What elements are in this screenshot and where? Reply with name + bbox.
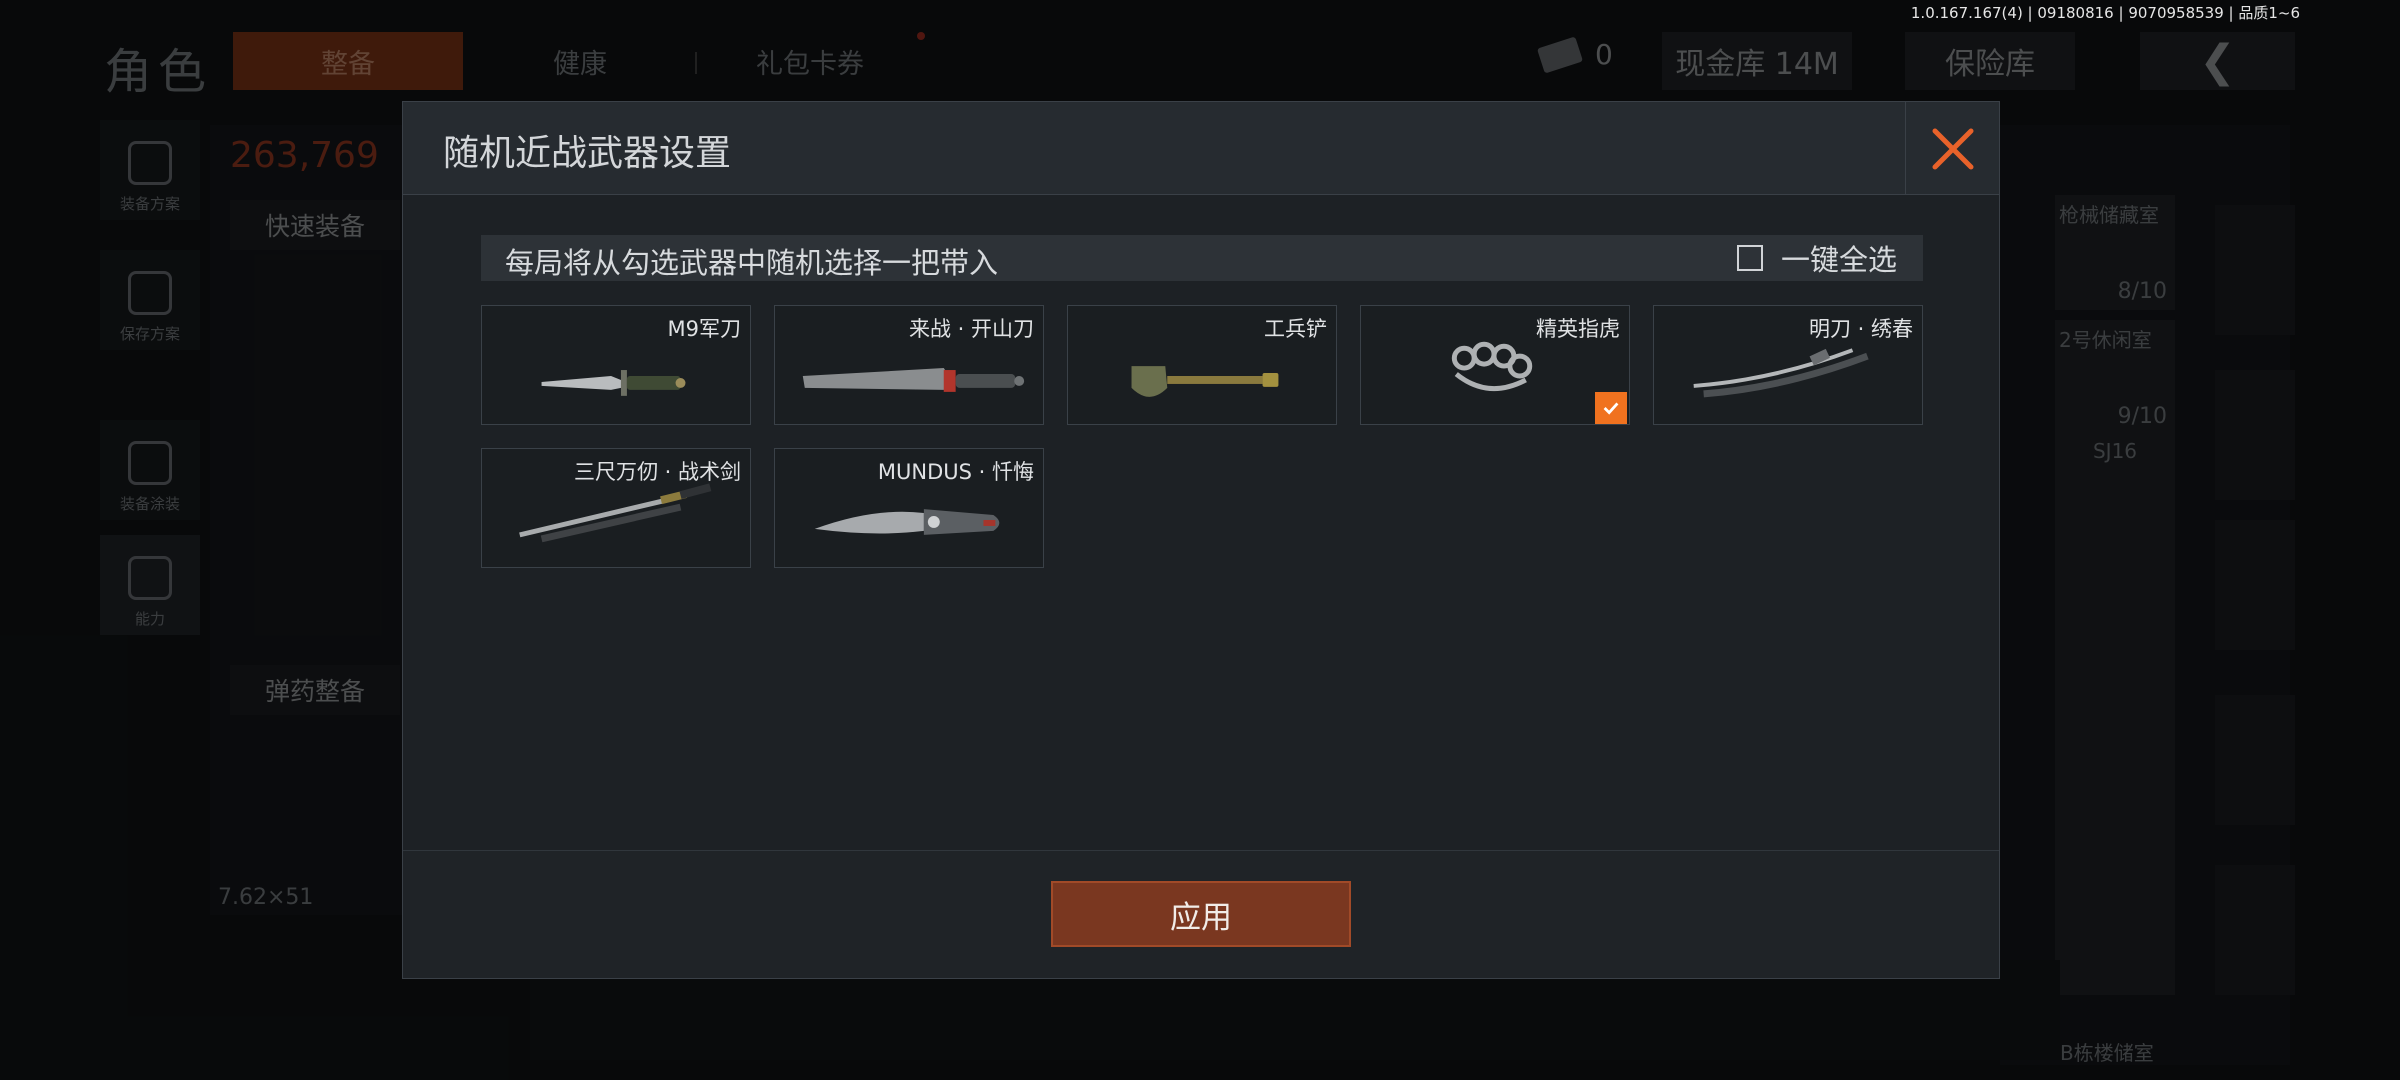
folding-knife-icon — [814, 509, 1000, 535]
select-all-checkbox[interactable] — [1736, 245, 1763, 271]
cash-icon — [1536, 36, 1584, 74]
weapon-card-brass-knuckles[interactable]: 精英指虎 — [1360, 305, 1630, 425]
helmet-icon — [128, 441, 172, 485]
quick-slot[interactable] — [2215, 205, 2295, 335]
checked-icon[interactable] — [1595, 392, 1627, 424]
tab-gift-coupons[interactable]: 礼包卡券 — [720, 32, 900, 90]
dialog-title: 随机近战武器设置 — [443, 133, 732, 174]
select-all-label: 一键全选 — [1780, 243, 1897, 277]
tab-prep[interactable]: 整备 — [233, 32, 463, 90]
sword-icon — [519, 483, 712, 543]
quick-slot[interactable] — [2215, 370, 2295, 500]
download-icon — [128, 271, 172, 315]
katana-icon — [1693, 348, 1869, 398]
cash-vault-button[interactable]: 现金库 14M — [1662, 32, 1852, 90]
brass-knuckles-icon — [1451, 341, 1533, 392]
dialog-footer: 应用 — [403, 850, 1999, 978]
storage-cell-title: B栋楼储室 — [2060, 1041, 2154, 1065]
vest-icon — [128, 141, 172, 185]
storage-cell[interactable]: 2号休闲室 9/10 — [2055, 320, 2175, 435]
notification-dot — [917, 32, 925, 40]
tab-health[interactable]: 健康 — [520, 32, 640, 90]
weapon-card-machete[interactable]: 来战 · 开山刀 — [774, 305, 1044, 425]
cash-count: 0 — [1595, 38, 1613, 71]
dialog-header: 随机近战武器设置 — [403, 102, 1999, 195]
version-label: 1.0.167.167(4) | 09180816 | 9070958539 |… — [1910, 4, 2300, 22]
quick-slot[interactable] — [2215, 865, 2295, 995]
random-melee-dialog: 随机近战武器设置 每局将从勾选武器中随机选择一把带入 一键全选 M9军刀 来战 … — [402, 101, 2000, 979]
shovel-icon — [1131, 366, 1279, 397]
equipment-panel: 263,769 快速装备 弹药整备 7.62×51 — [210, 125, 410, 915]
safe-button[interactable]: 保险库 — [1905, 32, 2075, 90]
quick-slot[interactable] — [2215, 520, 2295, 650]
sidebar-item-label: 保存方案 — [119, 325, 180, 343]
sidebar-item-save[interactable]: 保存方案 — [100, 250, 200, 350]
checkmark-icon — [1603, 402, 1619, 415]
weapon-card-shovel[interactable]: 工兵铲 — [1067, 305, 1337, 425]
storage-cell-value: 9/10 — [2117, 404, 2167, 429]
machete-icon — [802, 368, 1025, 392]
info-text: 每局将从勾选武器中随机选择一把带入 — [505, 246, 999, 280]
sidebar-item-skins[interactable]: 装备涂装 — [100, 420, 200, 520]
equipment-value: 263,769 — [230, 135, 379, 176]
quick-slots — [2215, 205, 2295, 1065]
close-icon — [1932, 128, 1973, 169]
sidebar-item-label: 装备涂装 — [119, 495, 180, 513]
ammo-equip-button[interactable]: 弹药整备 — [230, 665, 400, 715]
sidebar-item-loadout[interactable]: 装备方案 — [100, 120, 200, 220]
sidebar-item-label: 能力 — [134, 610, 165, 628]
quick-equip-button[interactable]: 快速装备 — [230, 200, 400, 250]
storage-cell-title: 2号休闲室 — [2059, 328, 2152, 352]
weapon-card-m9[interactable]: M9军刀 — [481, 305, 751, 425]
storage-cell-value: 8/10 — [2117, 279, 2167, 304]
storage-cell[interactable]: 枪械储藏室 8/10 — [2055, 195, 2175, 310]
weapon-card-tactical-sword[interactable]: 三尺万仞 · 战术剑 — [481, 448, 751, 568]
lightning-icon — [128, 556, 172, 600]
info-bar: 每局将从勾选武器中随机选择一把带入 一键全选 — [481, 235, 1923, 281]
storage-cell-title: SJ16 — [2092, 439, 2138, 463]
weapon-card-folding-knife[interactable]: MUNDUS · 忏悔 — [774, 448, 1044, 568]
ammo-caliber: 7.62×51 — [218, 885, 314, 910]
storage-cell-title: 枪械储藏室 — [2059, 203, 2159, 227]
apply-button[interactable]: 应用 — [1051, 881, 1351, 947]
page-title: 角色 — [104, 44, 213, 100]
chevron-left-icon: ❮ — [2199, 35, 2236, 87]
top-bar: 角色 整备 健康 礼包卡券 0 现金库 14M 保险库 ❮ — [0, 20, 2400, 100]
select-all-toggle[interactable]: 一键全选 — [1736, 240, 1897, 277]
weapon-card-katana[interactable]: 明刀 · 绣春 — [1653, 305, 1923, 425]
sidebar-item-ability[interactable]: 能力 — [100, 535, 200, 635]
back-button[interactable]: ❮ — [2140, 32, 2295, 90]
combat-knife-icon — [541, 370, 686, 396]
sidebar-item-label: 装备方案 — [119, 195, 180, 213]
quick-slot[interactable] — [2215, 695, 2295, 825]
storage-cell[interactable]: SJ16 — [2055, 435, 2175, 995]
close-button[interactable] — [1905, 102, 1999, 195]
tab-divider — [695, 52, 697, 74]
